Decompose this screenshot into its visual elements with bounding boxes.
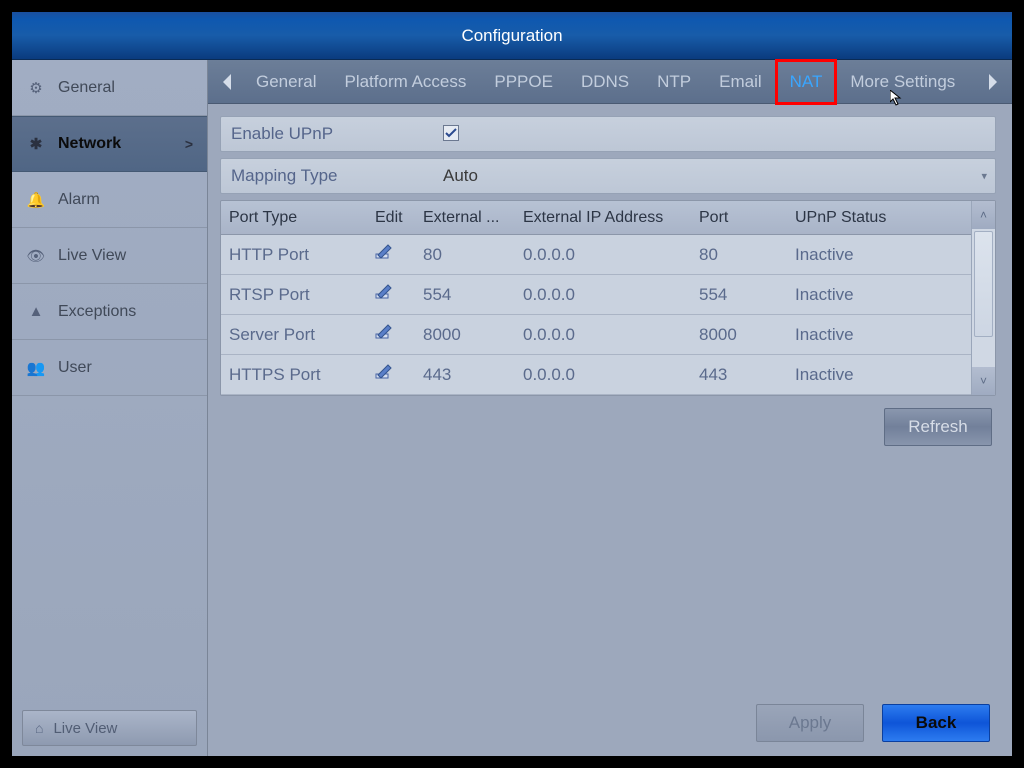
- col-upnp-status[interactable]: UPnP Status: [787, 209, 971, 227]
- tab-ddns[interactable]: DDNS: [567, 60, 643, 104]
- cell-port: 8000: [691, 325, 787, 345]
- table-header: Port Type Edit External ... External IP …: [221, 201, 971, 235]
- settings-panel: Enable UPnP Mapping Type Auto ▾: [208, 104, 1012, 446]
- sidebar: ⚙ General ✱ Network > 🔔 Alarm 👁 Live View ▲ Except…: [12, 60, 208, 756]
- scroll-thumb[interactable]: [974, 231, 993, 337]
- cell-upnp-status: Inactive: [787, 365, 971, 385]
- row-enable-upnp: Enable UPnP: [220, 116, 996, 152]
- edit-icon: [375, 283, 393, 301]
- user-icon: 👥: [26, 358, 46, 378]
- sidebar-item-live-view[interactable]: 👁 Live View: [12, 228, 207, 284]
- tabs-scroll-left[interactable]: [214, 60, 242, 104]
- tab-email[interactable]: Email: [705, 60, 776, 104]
- sidebar-item-exceptions[interactable]: ▲ Exceptions: [12, 284, 207, 340]
- cell-external-port: 554: [415, 285, 515, 305]
- table-row: Server Port80000.0.0.08000Inactive: [221, 315, 971, 355]
- refresh-button[interactable]: Refresh: [884, 408, 992, 446]
- edit-icon: [375, 323, 393, 341]
- cell-external-ip: 0.0.0.0: [515, 325, 691, 345]
- mapping-type-label: Mapping Type: [221, 166, 433, 186]
- title-bar: Configuration: [12, 12, 1012, 60]
- main-area: ⚙ General ✱ Network > 🔔 Alarm 👁 Live View ▲ Except…: [12, 60, 1012, 756]
- sidebar-bottom-label: Live View: [53, 720, 117, 737]
- warn-icon: ▲: [26, 302, 46, 322]
- sidebar-item-label: Live View: [58, 247, 126, 265]
- cell-port-type: RTSP Port: [221, 285, 367, 305]
- cell-upnp-status: Inactive: [787, 245, 971, 265]
- tab-more-settings[interactable]: More Settings: [836, 60, 969, 104]
- page-title: Configuration: [461, 26, 562, 46]
- sidebar-item-label: Exceptions: [58, 303, 136, 321]
- table-row: HTTP Port800.0.0.080Inactive: [221, 235, 971, 275]
- cell-external-port: 443: [415, 365, 515, 385]
- table-row: HTTPS Port4430.0.0.0443Inactive: [221, 355, 971, 395]
- sidebar-item-network[interactable]: ✱ Network >: [12, 116, 207, 172]
- tab-bar: GeneralPlatform AccessPPPOEDDNSNTPEmailN…: [208, 60, 1012, 104]
- content-area: GeneralPlatform AccessPPPOEDDNSNTPEmailN…: [208, 60, 1012, 756]
- col-port[interactable]: Port: [691, 209, 787, 227]
- table-scrollbar[interactable]: ˄ ˅: [971, 201, 995, 395]
- sidebar-item-label: Alarm: [58, 191, 100, 209]
- network-icon: ✱: [26, 134, 46, 154]
- scroll-track[interactable]: [972, 229, 995, 367]
- cell-port: 554: [691, 285, 787, 305]
- edit-button[interactable]: [367, 283, 415, 306]
- cell-external-ip: 0.0.0.0: [515, 365, 691, 385]
- back-button[interactable]: Back: [882, 704, 990, 742]
- mapping-type-value: Auto: [443, 166, 478, 185]
- sidebar-item-label: General: [58, 79, 115, 97]
- col-external-port[interactable]: External ...: [415, 209, 515, 227]
- cell-port: 80: [691, 245, 787, 265]
- row-mapping-type[interactable]: Mapping Type Auto ▾: [220, 158, 996, 194]
- scroll-up-button[interactable]: ˄: [972, 201, 995, 229]
- edit-icon: [375, 363, 393, 381]
- cell-upnp-status: Inactive: [787, 325, 971, 345]
- sidebar-item-user[interactable]: 👥 User: [12, 340, 207, 396]
- cell-external-port: 80: [415, 245, 515, 265]
- col-external-ip[interactable]: External IP Address: [515, 209, 691, 227]
- tab-general[interactable]: General: [242, 60, 330, 104]
- enable-upnp-checkbox[interactable]: [443, 125, 459, 141]
- tab-pppoe[interactable]: PPPOE: [480, 60, 567, 104]
- sidebar-item-label: Network: [58, 135, 121, 153]
- tab-ntp[interactable]: NTP: [643, 60, 705, 104]
- chevron-down-icon: ▾: [981, 170, 987, 183]
- apply-button: Apply: [756, 704, 864, 742]
- app-frame: Configuration ⚙ General ✱ Network > 🔔 Alarm 👁 Li…: [12, 12, 1012, 756]
- cell-external-ip: 0.0.0.0: [515, 245, 691, 265]
- cell-port: 443: [691, 365, 787, 385]
- sidebar-item-label: User: [58, 359, 92, 377]
- enable-upnp-label: Enable UPnP: [221, 124, 433, 144]
- tab-nat[interactable]: NAT: [776, 60, 837, 104]
- scroll-down-button[interactable]: ˅: [972, 367, 995, 395]
- footer-buttons: Apply Back: [756, 704, 990, 742]
- eye-icon: 👁: [26, 246, 46, 266]
- home-icon: ⌂: [35, 720, 43, 736]
- tab-platform-access[interactable]: Platform Access: [330, 60, 480, 104]
- cell-port-type: HTTP Port: [221, 245, 367, 265]
- cell-port-type: HTTPS Port: [221, 365, 367, 385]
- sidebar-bottom-live-view[interactable]: ⌂ Live View: [22, 710, 197, 746]
- table-row: RTSP Port5540.0.0.0554Inactive: [221, 275, 971, 315]
- cell-external-ip: 0.0.0.0: [515, 285, 691, 305]
- cell-upnp-status: Inactive: [787, 285, 971, 305]
- port-table: Port Type Edit External ... External IP …: [220, 200, 996, 396]
- bell-icon: 🔔: [26, 190, 46, 210]
- edit-button[interactable]: [367, 243, 415, 266]
- col-port-type[interactable]: Port Type: [221, 209, 367, 227]
- gear-icon: ⚙: [26, 78, 46, 98]
- col-edit[interactable]: Edit: [367, 209, 415, 227]
- sidebar-item-general[interactable]: ⚙ General: [12, 60, 207, 116]
- tabs-scroll-right[interactable]: [978, 60, 1006, 104]
- sidebar-item-alarm[interactable]: 🔔 Alarm: [12, 172, 207, 228]
- chevron-right-icon: >: [185, 136, 193, 152]
- edit-button[interactable]: [367, 323, 415, 346]
- cell-external-port: 8000: [415, 325, 515, 345]
- cell-port-type: Server Port: [221, 325, 367, 345]
- edit-icon: [375, 243, 393, 261]
- edit-button[interactable]: [367, 363, 415, 386]
